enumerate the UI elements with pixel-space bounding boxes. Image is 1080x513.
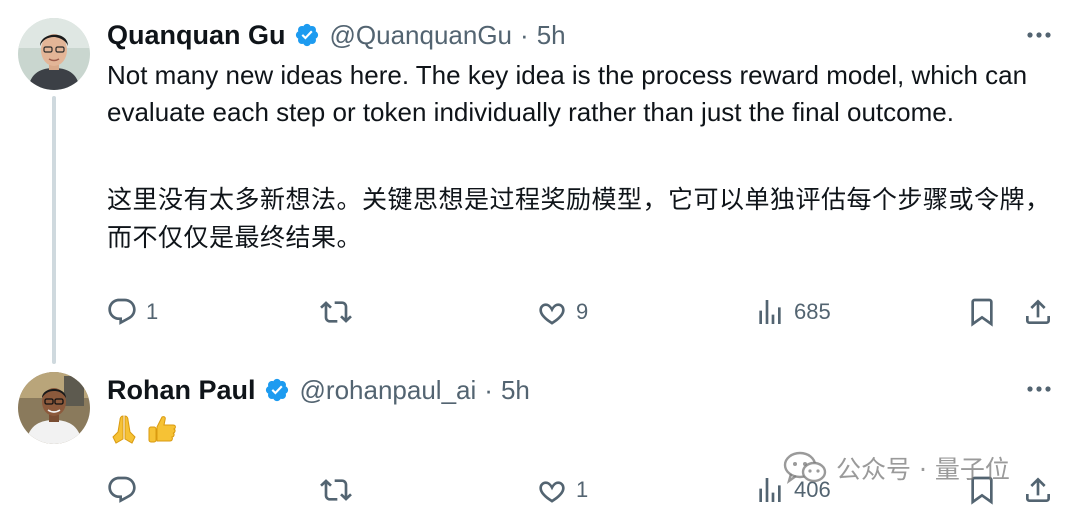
share-icon — [1026, 477, 1050, 502]
share-button[interactable] — [1022, 292, 1054, 332]
tweet-thread: Quanquan Gu @QuanquanGu · 5h Not many ne… — [0, 0, 1080, 513]
retweet-icon — [320, 301, 352, 323]
avatar[interactable] — [18, 372, 90, 444]
heart-icon — [539, 303, 565, 325]
folded-hands-emoji — [112, 415, 136, 444]
more-horizontal-icon — [1027, 386, 1051, 392]
author-handle[interactable]: @QuanquanGu — [330, 20, 513, 51]
views-button[interactable]: 685 — [754, 292, 831, 332]
view-count: 685 — [794, 299, 831, 324]
share-icon — [1026, 299, 1050, 324]
tweet-header: Rohan Paul @rohanpaul_ai · 5h — [107, 372, 530, 408]
header-separator: · — [484, 374, 493, 405]
author-display-name[interactable]: Quanquan Gu — [107, 20, 286, 51]
views-button[interactable]: 406 — [754, 470, 831, 510]
more-options-button[interactable] — [1024, 374, 1054, 404]
more-options-button[interactable] — [1024, 20, 1054, 50]
tweet-timestamp[interactable]: 5h — [537, 20, 566, 51]
view-count: 406 — [794, 477, 831, 502]
tweet-text-chinese: 这里没有太多新想法。关键思想是过程奖励模型，它可以单独评估每个步骤或令牌，而不仅… — [107, 185, 1051, 252]
tweet-action-bar: 1 406 — [0, 470, 1080, 510]
retweet-button[interactable] — [320, 470, 360, 510]
tweet-action-bar: 1 9 685 — [0, 292, 1080, 332]
heart-icon — [539, 481, 565, 503]
verified-badge-icon — [294, 22, 320, 48]
reply-icon — [108, 298, 136, 325]
tweet-text-english: Not many new ideas here. The key idea is… — [107, 60, 1028, 127]
views-chart-icon — [759, 300, 781, 324]
tweet-emoji-text — [107, 412, 179, 448]
bookmark-button[interactable] — [966, 470, 998, 510]
header-separator: · — [520, 19, 529, 50]
share-button[interactable] — [1022, 470, 1054, 510]
thumbs-up-emoji — [148, 416, 176, 443]
reply-button[interactable] — [106, 470, 146, 510]
more-horizontal-icon — [1027, 32, 1051, 38]
avatar[interactable] — [18, 18, 90, 90]
tweet-timestamp[interactable]: 5h — [501, 375, 530, 406]
retweet-button[interactable] — [320, 292, 360, 332]
tweet-header: Quanquan Gu @QuanquanGu · 5h — [107, 17, 566, 53]
bookmark-icon — [971, 476, 993, 505]
like-button[interactable]: 1 — [536, 470, 588, 510]
reply-icon — [108, 476, 136, 503]
bookmark-icon — [971, 298, 993, 327]
reply-button[interactable]: 1 — [106, 292, 158, 332]
tweet-quanquan-gu[interactable]: Quanquan Gu @QuanquanGu · 5h Not many ne… — [0, 0, 1080, 364]
verified-badge-icon — [264, 377, 290, 403]
reply-count: 1 — [146, 299, 159, 324]
retweet-icon — [320, 479, 352, 501]
bookmark-button[interactable] — [966, 292, 998, 332]
tweet-rohan-paul[interactable]: Rohan Paul @rohanpaul_ai · 5h 1 406 — [0, 360, 1080, 513]
views-chart-icon — [759, 478, 781, 502]
like-count: 9 — [576, 299, 589, 324]
author-display-name[interactable]: Rohan Paul — [107, 375, 256, 406]
author-handle[interactable]: @rohanpaul_ai — [300, 375, 477, 406]
like-button[interactable]: 9 — [536, 292, 588, 332]
like-count: 1 — [576, 477, 589, 502]
